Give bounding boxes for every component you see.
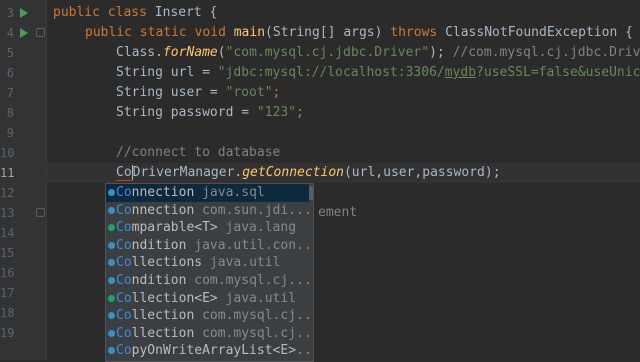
class-icon — [108, 241, 115, 249]
line-number: 14 — [0, 226, 15, 240]
line-number: 18 — [0, 306, 15, 320]
completion-item[interactable]: Collection<E> java.util — [106, 290, 313, 308]
interface-icon — [108, 294, 115, 302]
class-icon — [108, 206, 115, 214]
line-number: 7 — [6, 86, 14, 100]
line-number: 3 — [6, 6, 14, 20]
line-number: 9 — [6, 126, 14, 140]
completion-item[interactable]: Comparable<T> java.lang — [106, 219, 313, 237]
run-main-icon[interactable] — [20, 28, 28, 38]
completion-item[interactable]: Collections java.util — [106, 254, 313, 272]
line-number: 4 — [6, 26, 14, 40]
line-number: 16 — [0, 266, 15, 280]
code-line-11: CoDriverManager.getConnection(url,user,p… — [116, 165, 501, 181]
class-icon — [108, 259, 115, 267]
fold-icon[interactable] — [36, 208, 45, 217]
typed-prefix: Co — [116, 165, 132, 181]
code-line-4: public static void main(String[] args) t… — [85, 25, 633, 40]
code-line-8: String password = "123"; — [116, 105, 304, 120]
editor-gutter: 3 4 5 6 7 8 9 10 11 12 13 14 15 16 17 18… — [0, 0, 47, 360]
completion-item[interactable]: Condition com.mysql.cj... — [106, 272, 313, 290]
completion-item[interactable]: Collection com.mysql.cj... — [106, 325, 313, 343]
line-number: 5 — [6, 46, 14, 60]
class-icon — [108, 347, 115, 355]
fold-icon[interactable] — [36, 28, 45, 37]
class-icon — [108, 277, 115, 284]
line-number: 17 — [0, 286, 15, 300]
line-number: 10 — [0, 146, 15, 160]
code-line-13-partial: ement — [318, 205, 358, 220]
line-number: 13 — [0, 206, 15, 220]
completion-item[interactable]: Connection java.sql — [106, 184, 313, 202]
scroll-thumb[interactable] — [309, 186, 313, 200]
line-number-active: 11 — [0, 166, 15, 180]
line-number: 8 — [6, 106, 14, 120]
class-icon — [108, 312, 115, 320]
line-number: 6 — [6, 66, 14, 80]
interface-icon — [108, 224, 115, 232]
code-line-6: String url = "jdbc:mysql://localhost:330… — [116, 65, 640, 80]
completion-item[interactable]: Connection com.sun.jdi... — [106, 202, 313, 220]
run-class-icon[interactable] — [20, 8, 28, 18]
line-number: 12 — [0, 186, 15, 200]
code-completion-popup[interactable]: Connection java.sql Connection com.sun.j… — [105, 183, 314, 362]
code-line-7: String user = "root"; — [116, 85, 281, 100]
completion-item[interactable]: Collection com.mysql.cj... — [106, 307, 313, 325]
completion-item[interactable]: CopyOnWriteArrayList<E>... — [106, 342, 313, 360]
line-number: 19 — [0, 326, 15, 340]
popup-scrollbar[interactable] — [309, 184, 313, 361]
code-line-5: Class.forName("com.mysql.cj.jdbc.Driver"… — [116, 45, 640, 60]
class-icon — [108, 189, 115, 196]
code-line-10: //connect to database — [116, 145, 281, 160]
completion-item[interactable]: Condition java.util.con... — [106, 237, 313, 255]
line-number: 15 — [0, 246, 15, 260]
class-icon — [108, 329, 115, 337]
code-line-3: public class Insert { — [53, 5, 218, 20]
